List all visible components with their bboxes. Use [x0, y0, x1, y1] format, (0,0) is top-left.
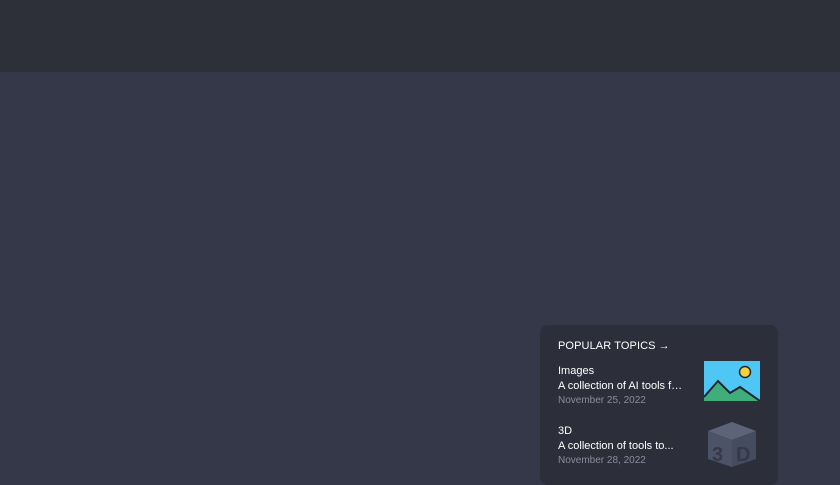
topic-description: A collection of tools to...	[558, 440, 674, 452]
topic-item-images[interactable]: Images A collection of AI tools for... N…	[558, 361, 763, 411]
topic-title: Images	[558, 365, 595, 377]
image-icon	[704, 361, 760, 401]
arrow-right-icon: →	[658, 340, 670, 352]
top-bar	[0, 0, 840, 72]
svg-text:D: D	[736, 444, 750, 466]
topic-date: November 28, 2022	[558, 455, 646, 466]
topic-title: 3D	[558, 425, 573, 437]
popular-topics-heading: POPULAR TOPICS	[558, 340, 656, 352]
popular-topics-card: POPULAR TOPICS → Images A collection of …	[540, 325, 778, 485]
topic-item-3d[interactable]: 3D A collection of tools to... November …	[558, 422, 763, 471]
topic-date: November 25, 2022	[558, 395, 646, 406]
3d-cube-icon: 3 D	[708, 422, 756, 467]
topic-description: A collection of AI tools for...	[558, 380, 686, 392]
svg-text:3: 3	[712, 444, 723, 466]
popular-topics-link[interactable]: POPULAR TOPICS →	[558, 340, 670, 352]
